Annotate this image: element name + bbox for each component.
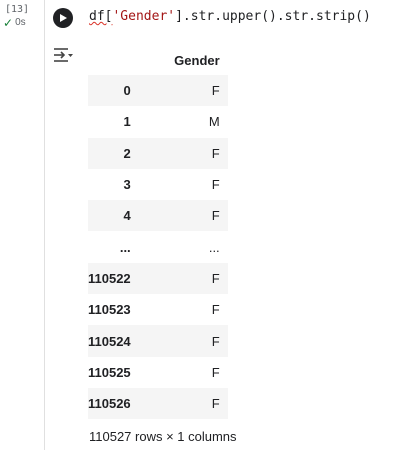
row-value: F — [159, 200, 228, 232]
row-index: 4 — [88, 200, 160, 232]
row-value: F — [159, 387, 228, 420]
row-index: 3 — [123, 177, 131, 193]
row-index: 0 — [88, 75, 160, 107]
row-index: 110522 — [88, 262, 160, 295]
output-actions-icon[interactable] — [52, 46, 74, 64]
row-index: 110525 — [88, 364, 131, 380]
row-value: F — [211, 177, 220, 193]
code-editor[interactable]: df['Gender'].str.upper().str.strip() — [89, 9, 371, 24]
table-row: 4 F — [88, 200, 228, 232]
table-row: 2 F — [88, 137, 228, 169]
table-row: 110523 F — [88, 294, 228, 325]
execution-time: 0s — [15, 17, 26, 28]
execution-count: [13] — [5, 4, 30, 15]
table-row-ellipsis: ... ... — [88, 231, 228, 262]
row-value: F — [211, 302, 220, 318]
table-row: 110522 F — [88, 262, 228, 295]
row-index: 110526 — [88, 387, 160, 420]
execution-status: ✓ 0s — [3, 15, 26, 30]
code-prefix: df[ — [89, 9, 113, 24]
cell-divider — [44, 0, 45, 450]
table-row: 1 M — [88, 106, 228, 137]
row-value: ... — [208, 239, 220, 255]
table-row: 3 F — [88, 169, 228, 200]
code-suffix: ].str.upper().str.strip() — [175, 9, 371, 24]
table-header-row: Gender — [88, 45, 228, 75]
row-value: F — [159, 137, 228, 169]
table-row: 110524 F — [88, 325, 228, 357]
row-value: M — [208, 114, 220, 130]
row-value: F — [159, 262, 228, 295]
dataframe-shape-footer: 110527 rows × 1 columns — [89, 429, 237, 444]
row-index: 110524 — [88, 325, 160, 357]
index-header — [88, 45, 160, 75]
code-string: 'Gender' — [112, 9, 176, 24]
table-row: 110525 F — [88, 357, 228, 388]
row-value: F — [211, 364, 220, 380]
row-index: 2 — [88, 137, 160, 169]
table-row: 110526 F — [88, 387, 228, 420]
run-cell-button[interactable] — [53, 8, 73, 28]
row-value: F — [159, 75, 228, 107]
row-index: 110523 — [88, 302, 131, 318]
dataframe-table: Gender 0 F 1 M 2 F 3 F 4 F ... ... 11052… — [88, 45, 228, 420]
play-circle-icon — [60, 14, 67, 22]
table-row: 0 F — [88, 75, 228, 107]
check-icon: ✓ — [3, 15, 14, 30]
column-header-gender: Gender — [174, 52, 220, 68]
cell-gutter: [13] ✓ 0s — [0, 0, 44, 450]
row-index: 1 — [123, 114, 131, 130]
row-index: ... — [119, 239, 131, 255]
row-value: F — [159, 325, 228, 357]
